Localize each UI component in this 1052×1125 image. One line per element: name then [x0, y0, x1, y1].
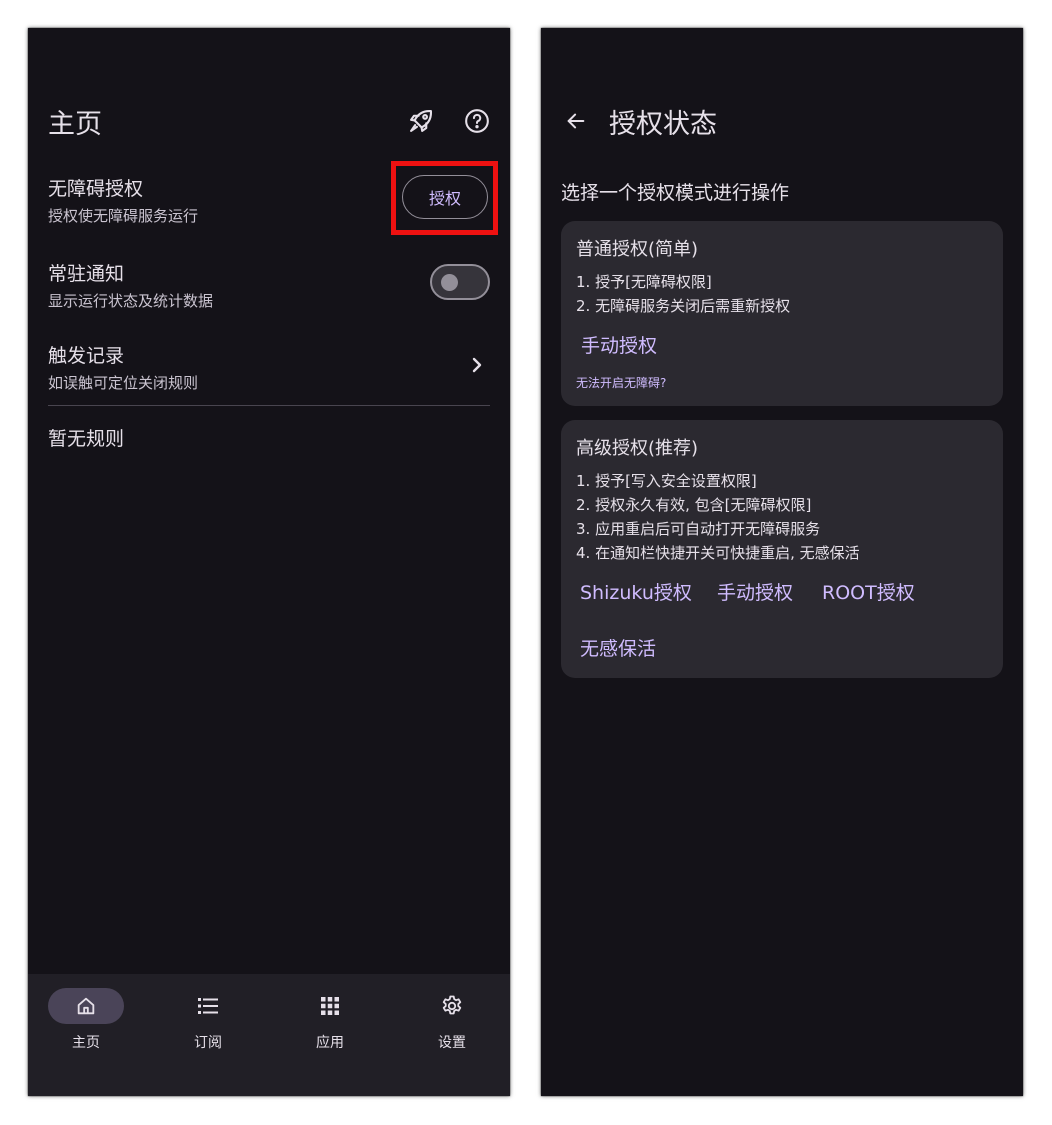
trigger-log-row[interactable]: 触发记录 如误触可定位关闭规则 — [48, 341, 198, 393]
root-authorize-button[interactable]: ROOT授权 — [822, 578, 915, 605]
home-icon — [75, 995, 97, 1017]
card-line: 4. 在通知栏快捷开关可快捷重启, 无感保活 — [576, 544, 860, 562]
page-title: 授权状态 — [609, 109, 717, 140]
trigger-log-title: 触发记录 — [48, 345, 125, 367]
accessibility-subtitle: 授权使无障碍服务运行 — [48, 207, 199, 225]
shizuku-authorize-button[interactable]: Shizuku授权 — [580, 578, 692, 605]
manual-authorize-button[interactable]: 手动授权 — [717, 578, 793, 605]
nav-item-settings[interactable]: 设置 — [394, 974, 510, 1096]
accessibility-row: 无障碍授权 授权使无障碍服务运行 — [48, 174, 198, 226]
silent-keepalive-button[interactable]: 无感保活 — [580, 634, 656, 661]
home-screen: 主页 无障碍授权 授权使无障碍服务运行 授权 常驻通知 显示运行状态及统计数据 … — [28, 28, 510, 1096]
manual-authorize-button[interactable]: 手动授权 — [581, 331, 657, 358]
rocket-icon[interactable] — [404, 104, 438, 138]
mode-prompt: 选择一个授权模式进行操作 — [561, 182, 790, 204]
card-title: 普通授权(简单) — [576, 239, 699, 260]
card-line: 1. 授予[无障碍权限] — [576, 273, 712, 291]
toggle-knob — [441, 274, 458, 291]
highlight-annotation-box — [391, 161, 498, 235]
card-line: 2. 授权永久有效, 包含[无障碍权限] — [576, 496, 812, 514]
nav-label-settings: 设置 — [438, 1035, 466, 1051]
apps-grid-icon — [319, 995, 341, 1017]
page-title: 主页 — [48, 109, 102, 140]
cannot-enable-accessibility-link[interactable]: 无法开启无障碍? — [576, 374, 666, 391]
nav-item-apps[interactable]: 应用 — [272, 974, 392, 1096]
persistent-notification-row[interactable]: 常驻通知 显示运行状态及统计数据 — [48, 259, 213, 311]
card-line: 3. 应用重启后可自动打开无障碍服务 — [576, 520, 821, 538]
nav-label-apps: 应用 — [316, 1035, 344, 1051]
bottom-navigation: 主页 订阅 应用 设置 — [28, 974, 510, 1096]
help-circle-icon[interactable] — [460, 104, 494, 138]
gear-icon — [440, 994, 464, 1018]
nav-item-home[interactable]: 主页 — [28, 974, 148, 1096]
authorization-status-screen: 授权状态 选择一个授权模式进行操作 普通授权(简单) 1. 授予[无障碍权限] … — [541, 28, 1023, 1096]
empty-rules-text: 暂无规则 — [48, 428, 125, 450]
nav-active-indicator — [48, 988, 124, 1024]
nav-icon-container — [414, 988, 490, 1024]
card-title: 高级授权(推荐) — [576, 438, 699, 459]
trigger-log-subtitle: 如误触可定位关闭规则 — [48, 374, 199, 392]
basic-authorization-card: 普通授权(简单) 1. 授予[无障碍权限] 2. 无障碍服务关闭后需重新授权 手… — [561, 221, 1003, 406]
chevron-right-icon[interactable] — [466, 353, 488, 377]
back-arrow-icon[interactable] — [561, 106, 591, 136]
nav-icon-container — [170, 988, 246, 1024]
persistent-notification-title: 常驻通知 — [48, 263, 125, 285]
divider — [48, 405, 490, 406]
advanced-authorization-card: 高级授权(推荐) 1. 授予[写入安全设置权限] 2. 授权永久有效, 包含[无… — [561, 420, 1003, 678]
persistent-notification-subtitle: 显示运行状态及统计数据 — [48, 292, 214, 310]
persistent-notification-toggle[interactable] — [430, 264, 490, 300]
card-line: 1. 授予[写入安全设置权限] — [576, 472, 757, 490]
nav-label-home: 主页 — [72, 1035, 100, 1051]
card-line: 2. 无障碍服务关闭后需重新授权 — [576, 297, 791, 315]
accessibility-title: 无障碍授权 — [48, 178, 144, 200]
nav-item-subscriptions[interactable]: 订阅 — [150, 974, 270, 1096]
nav-icon-container — [292, 988, 368, 1024]
list-icon — [196, 995, 220, 1017]
nav-label-subscriptions: 订阅 — [194, 1035, 222, 1051]
